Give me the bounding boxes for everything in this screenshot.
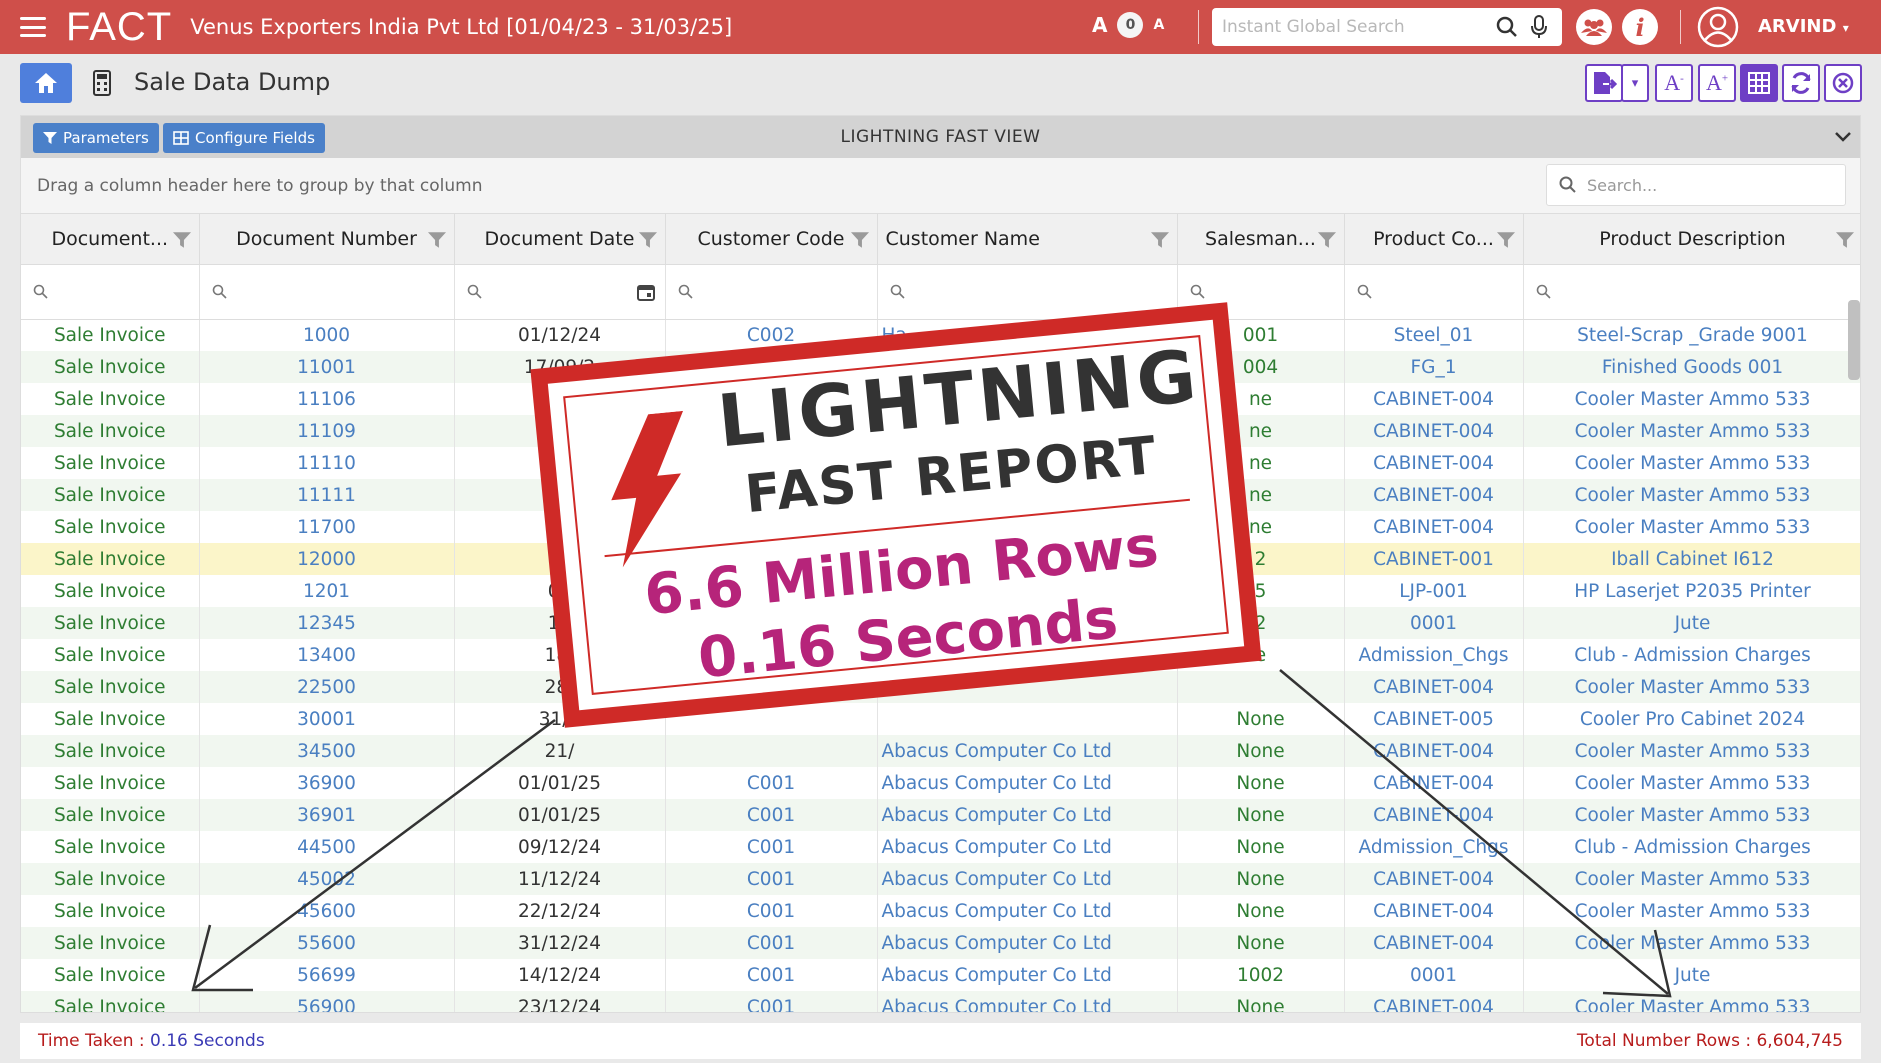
arrow-left-head	[191, 924, 253, 992]
arrow-right	[1279, 669, 1669, 995]
arrow-left	[194, 718, 556, 990]
promo-stamp: LIGHTNING FAST REPORT 6.6 Million Rows 0…	[530, 302, 1262, 728]
lightning-icon	[611, 410, 684, 568]
